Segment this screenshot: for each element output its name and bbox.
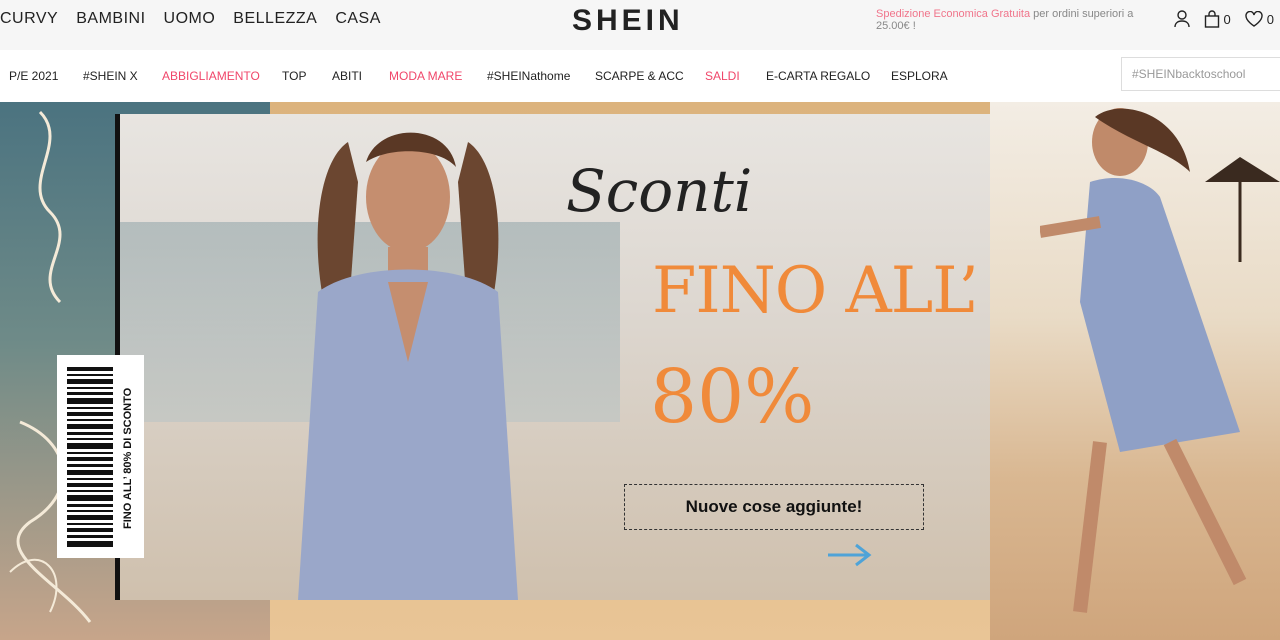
- banner-headline: FINO ALL’: [652, 254, 979, 328]
- top-categories: CURVY BAMBINI UOMO BELLEZZA CASA: [0, 10, 399, 28]
- main-nav: P/E 2021 #SHEIN X ABBIGLIAMENTO TOP ABIT…: [0, 50, 1280, 102]
- nav-sheinathome[interactable]: #SHEINathome: [487, 69, 570, 83]
- nav-saldi[interactable]: SALDI: [705, 69, 740, 83]
- ticket-label: FINO ALL’ 80% DI SCONTO: [122, 387, 134, 529]
- category-uomo[interactable]: UOMO: [164, 10, 216, 28]
- bag-button[interactable]: 0: [1204, 10, 1231, 28]
- nav-abbigliamento[interactable]: ABBIGLIAMENTO: [162, 69, 260, 83]
- search-input[interactable]: #SHEINbacktoschool: [1121, 57, 1280, 91]
- banner-script: Sconti: [566, 157, 753, 225]
- top-bar: CURVY BAMBINI UOMO BELLEZZA CASA SHEIN S…: [0, 0, 1280, 50]
- promo-highlight: Spedizione Economica Gratuita: [876, 8, 1031, 20]
- site-logo[interactable]: SHEIN: [572, 4, 684, 38]
- banner-percent: 80%: [650, 354, 815, 440]
- barcode: [67, 367, 113, 547]
- nav-scarpe-acc[interactable]: SCARPE & ACC: [595, 69, 684, 83]
- cta-button[interactable]: Nuove cose aggiunte!: [624, 484, 924, 530]
- account-button[interactable]: [1173, 10, 1190, 28]
- category-casa[interactable]: CASA: [335, 10, 381, 28]
- beach-umbrella: [1205, 157, 1280, 262]
- wishlist-button[interactable]: 0: [1245, 11, 1274, 27]
- nav-e-carta-regalo[interactable]: E-CARTA REGALO: [766, 69, 870, 83]
- nav-moda-mare[interactable]: MODA MARE: [389, 69, 462, 83]
- hero-banner[interactable]: Sconti FINO ALL’ 80% Nuove cose aggiunte…: [0, 102, 1280, 640]
- nav-esplora[interactable]: ESPLORA: [891, 69, 948, 83]
- heart-icon: [1245, 11, 1263, 27]
- nav-shein-x[interactable]: #SHEIN X: [83, 69, 138, 83]
- bag-icon: [1204, 10, 1219, 28]
- category-curvy[interactable]: CURVY: [0, 10, 58, 28]
- user-icon: [1173, 10, 1190, 28]
- discount-ticket: FINO ALL’ 80% DI SCONTO: [57, 355, 144, 558]
- header-tools: 0 0: [1173, 10, 1274, 28]
- nav-top[interactable]: TOP: [282, 69, 306, 83]
- nav-abiti[interactable]: ABITI: [332, 69, 362, 83]
- shipping-promo: Spedizione Economica Gratuita per ordini…: [876, 8, 1158, 32]
- wishlist-count: 0: [1266, 11, 1274, 27]
- category-bambini[interactable]: BAMBINI: [76, 10, 145, 28]
- bag-count: 0: [1223, 11, 1231, 27]
- nav-pe-2021[interactable]: P/E 2021: [9, 69, 58, 83]
- model-photo: [298, 132, 518, 600]
- arrow-right-icon[interactable]: [826, 542, 872, 568]
- category-bellezza[interactable]: BELLEZZA: [233, 10, 317, 28]
